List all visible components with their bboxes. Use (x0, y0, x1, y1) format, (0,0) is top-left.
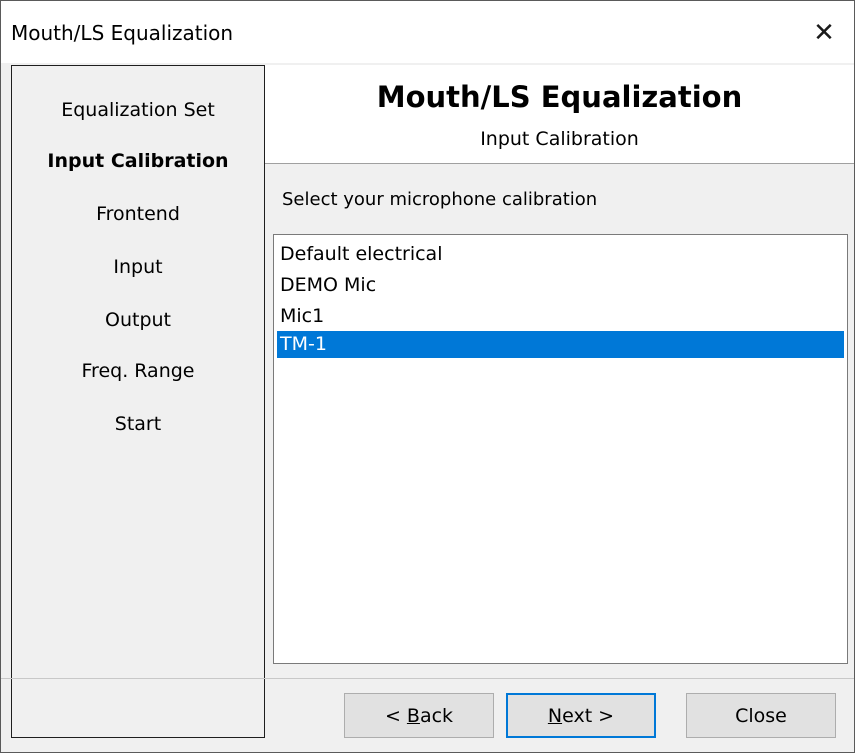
step-frontend: Frontend (96, 203, 180, 225)
window-title: Mouth/LS Equalization (11, 21, 234, 45)
step-equalization-set: Equalization Set (61, 99, 215, 121)
calibration-listbox[interactable]: Default electrical DEMO Mic Mic1 TM-1 (273, 234, 848, 664)
list-item-default-electrical[interactable]: Default electrical (277, 241, 844, 268)
close-button[interactable]: Close (686, 693, 836, 738)
page-header: Mouth/LS Equalization Input Calibration (265, 65, 854, 164)
next-button-access-key: N (547, 704, 563, 727)
title-bar: Mouth/LS Equalization ✕ (1, 1, 854, 63)
step-output: Output (105, 309, 171, 331)
step-freq-range: Freq. Range (81, 360, 195, 382)
back-button-label: ack (419, 704, 454, 727)
step-input-calibration: Input Calibration (47, 150, 229, 172)
next-button-label: ext > (562, 704, 615, 727)
close-window-icon[interactable]: ✕ (804, 13, 844, 53)
next-button[interactable]: Next > (506, 693, 656, 738)
list-item-demo-mic[interactable]: DEMO Mic (277, 272, 844, 299)
back-button-access-key: B (406, 704, 420, 727)
list-item-tm-1[interactable]: TM-1 (277, 331, 844, 358)
back-button-prefix: < (384, 704, 407, 727)
step-start: Start (114, 413, 162, 435)
close-button-label: Close (735, 704, 787, 727)
step-input: Input (113, 256, 163, 278)
list-item-mic1[interactable]: Mic1 (277, 303, 844, 330)
back-button[interactable]: < Back (344, 693, 494, 738)
page-title: Mouth/LS Equalization (376, 80, 743, 114)
page-subtitle: Input Calibration (480, 128, 639, 150)
wizard-step-sidebar: Equalization Set Input Calibration Front… (11, 65, 265, 738)
calibration-prompt: Select your microphone calibration (282, 189, 598, 210)
dialog-window: Mouth/LS Equalization ✕ Equalization Set… (0, 0, 855, 753)
button-bar-divider (1, 678, 854, 679)
